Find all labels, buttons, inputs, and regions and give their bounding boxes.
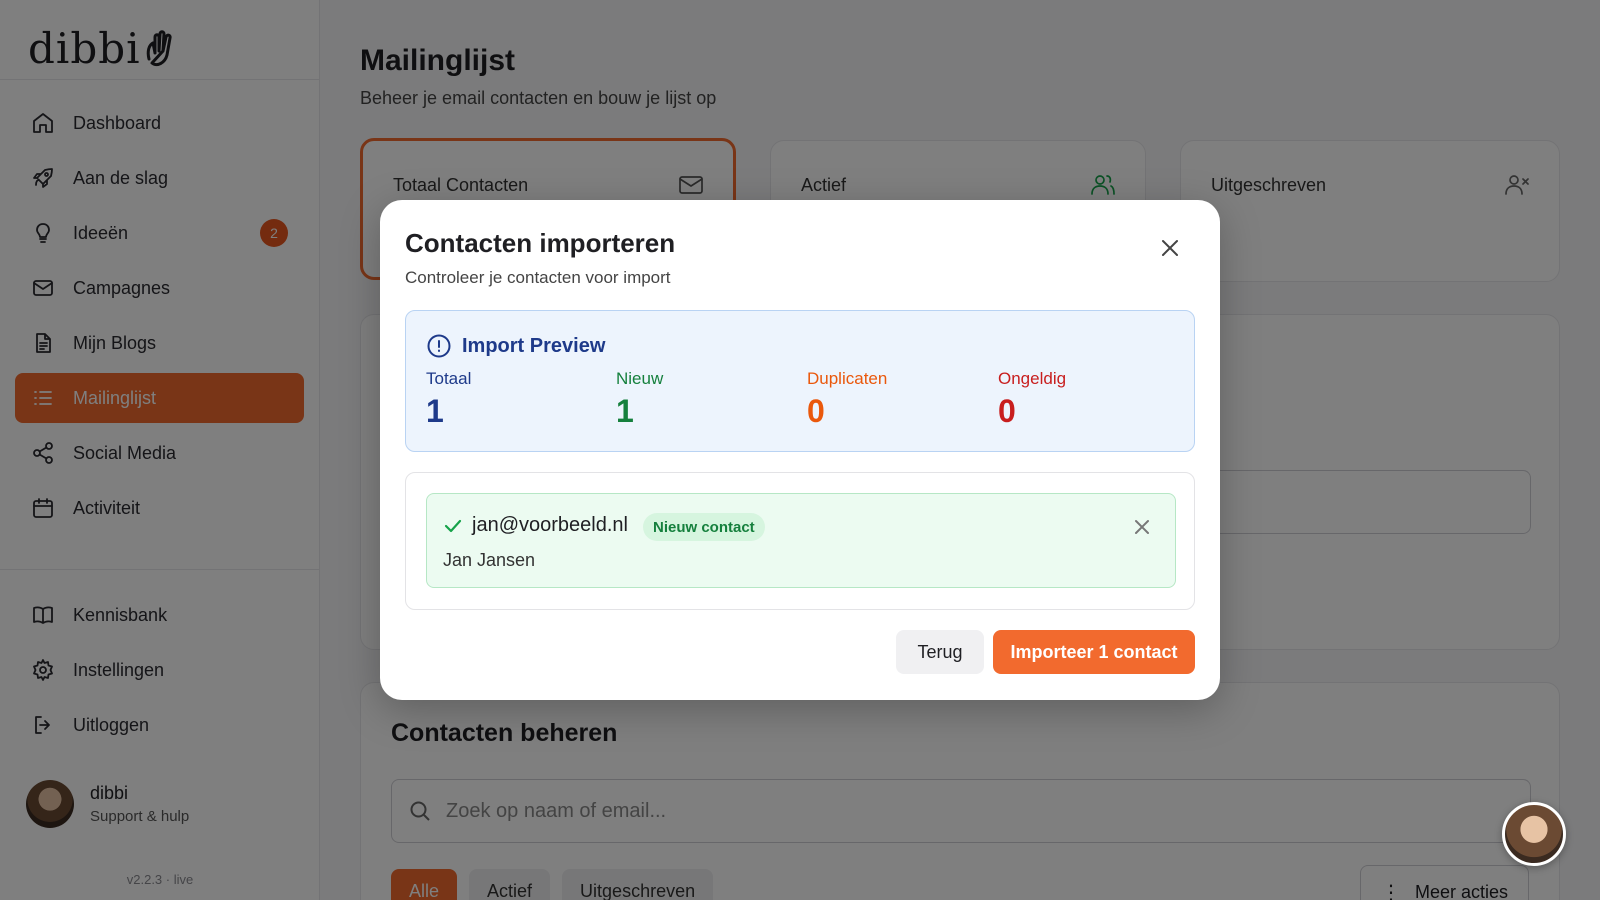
alert-circle-icon	[427, 334, 451, 358]
stat-label: Ongeldig	[998, 369, 1067, 388]
preview-stat-total: Totaal 1	[426, 369, 471, 430]
close-icon	[1162, 240, 1178, 256]
close-button[interactable]	[1156, 234, 1184, 262]
contact-email: jan@voorbeeld.nl	[472, 514, 628, 536]
stat-value: 0	[807, 393, 825, 429]
stat-value: 0	[998, 393, 1016, 429]
stat-label: Duplicaten	[807, 369, 888, 388]
preview-stat-new: Nieuw 1	[616, 369, 663, 430]
close-icon	[1135, 520, 1149, 534]
stat-value: 1	[426, 393, 444, 429]
check-icon	[443, 516, 463, 536]
dialog-title: Contacten importeren	[405, 228, 676, 258]
support-chat-avatar[interactable]	[1502, 802, 1566, 866]
remove-contact-button[interactable]	[1133, 518, 1151, 536]
new-contact-badge: Nieuw contact	[643, 513, 765, 541]
import-preview: Import Preview Totaal 1 Nieuw 1 Duplicat…	[405, 310, 1195, 452]
dialog-subtitle: Controleer je contacten voor import	[405, 268, 671, 287]
preview-heading: Import Preview	[426, 333, 605, 359]
preview-heading-label: Import Preview	[462, 334, 606, 357]
back-button[interactable]: Terug	[896, 630, 984, 674]
contacts-preview-list: jan@voorbeeld.nl Nieuw contact Jan Janse…	[405, 472, 1195, 610]
list-item: jan@voorbeeld.nl Nieuw contact Jan Janse…	[426, 493, 1176, 588]
stat-value: 1	[616, 393, 634, 429]
contact-name: Jan Jansen	[443, 550, 536, 570]
preview-stat-duplicates: Duplicaten 0	[807, 369, 887, 430]
preview-stat-invalid: Ongeldig 0	[998, 369, 1066, 430]
import-contacts-dialog: Contacten importeren Controleer je conta…	[380, 200, 1220, 700]
stat-label: Nieuw	[616, 369, 664, 388]
stat-label: Totaal	[426, 369, 472, 388]
import-button[interactable]: Importeer 1 contact	[993, 630, 1195, 674]
